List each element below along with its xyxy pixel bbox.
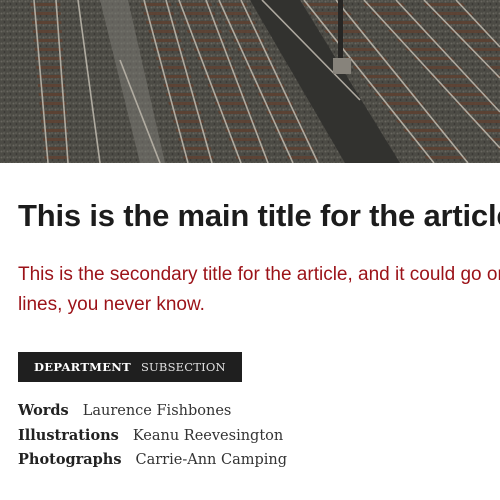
article-secondary-title: This is the secondary title for the arti…: [18, 264, 500, 315]
article-main-title: This is the main title for the article: [18, 198, 500, 233]
article-credits: Words Laurence Fishbones Illustrations Kea…: [18, 399, 287, 473]
article-page: This is the main title for the article T…: [0, 0, 500, 500]
credit-name: Keanu Reevesington: [132, 427, 284, 444]
credit-name: Laurence Fishbones: [82, 403, 232, 419]
credit-name: Carrie-Ann Camping: [135, 452, 288, 468]
credit-row-illustrations: Illustrations Keanu Reevesington: [18, 424, 287, 449]
credit-row-photographs: Photographs Carrie-Ann Camping: [18, 448, 287, 473]
credit-row-words: Words Laurence Fishbones: [18, 399, 287, 424]
railway-tracks-illustration: [0, 0, 500, 163]
subsection-label[interactable]: SUBSECTION: [141, 360, 226, 374]
credit-role: Illustrations: [18, 426, 119, 444]
credit-role: Photographs: [18, 451, 122, 468]
section-tag[interactable]: DEPARTMENT SUBSECTION: [18, 352, 242, 382]
credit-role: Words: [18, 402, 69, 419]
department-label[interactable]: DEPARTMENT: [34, 360, 131, 374]
hero-image: [0, 0, 500, 163]
